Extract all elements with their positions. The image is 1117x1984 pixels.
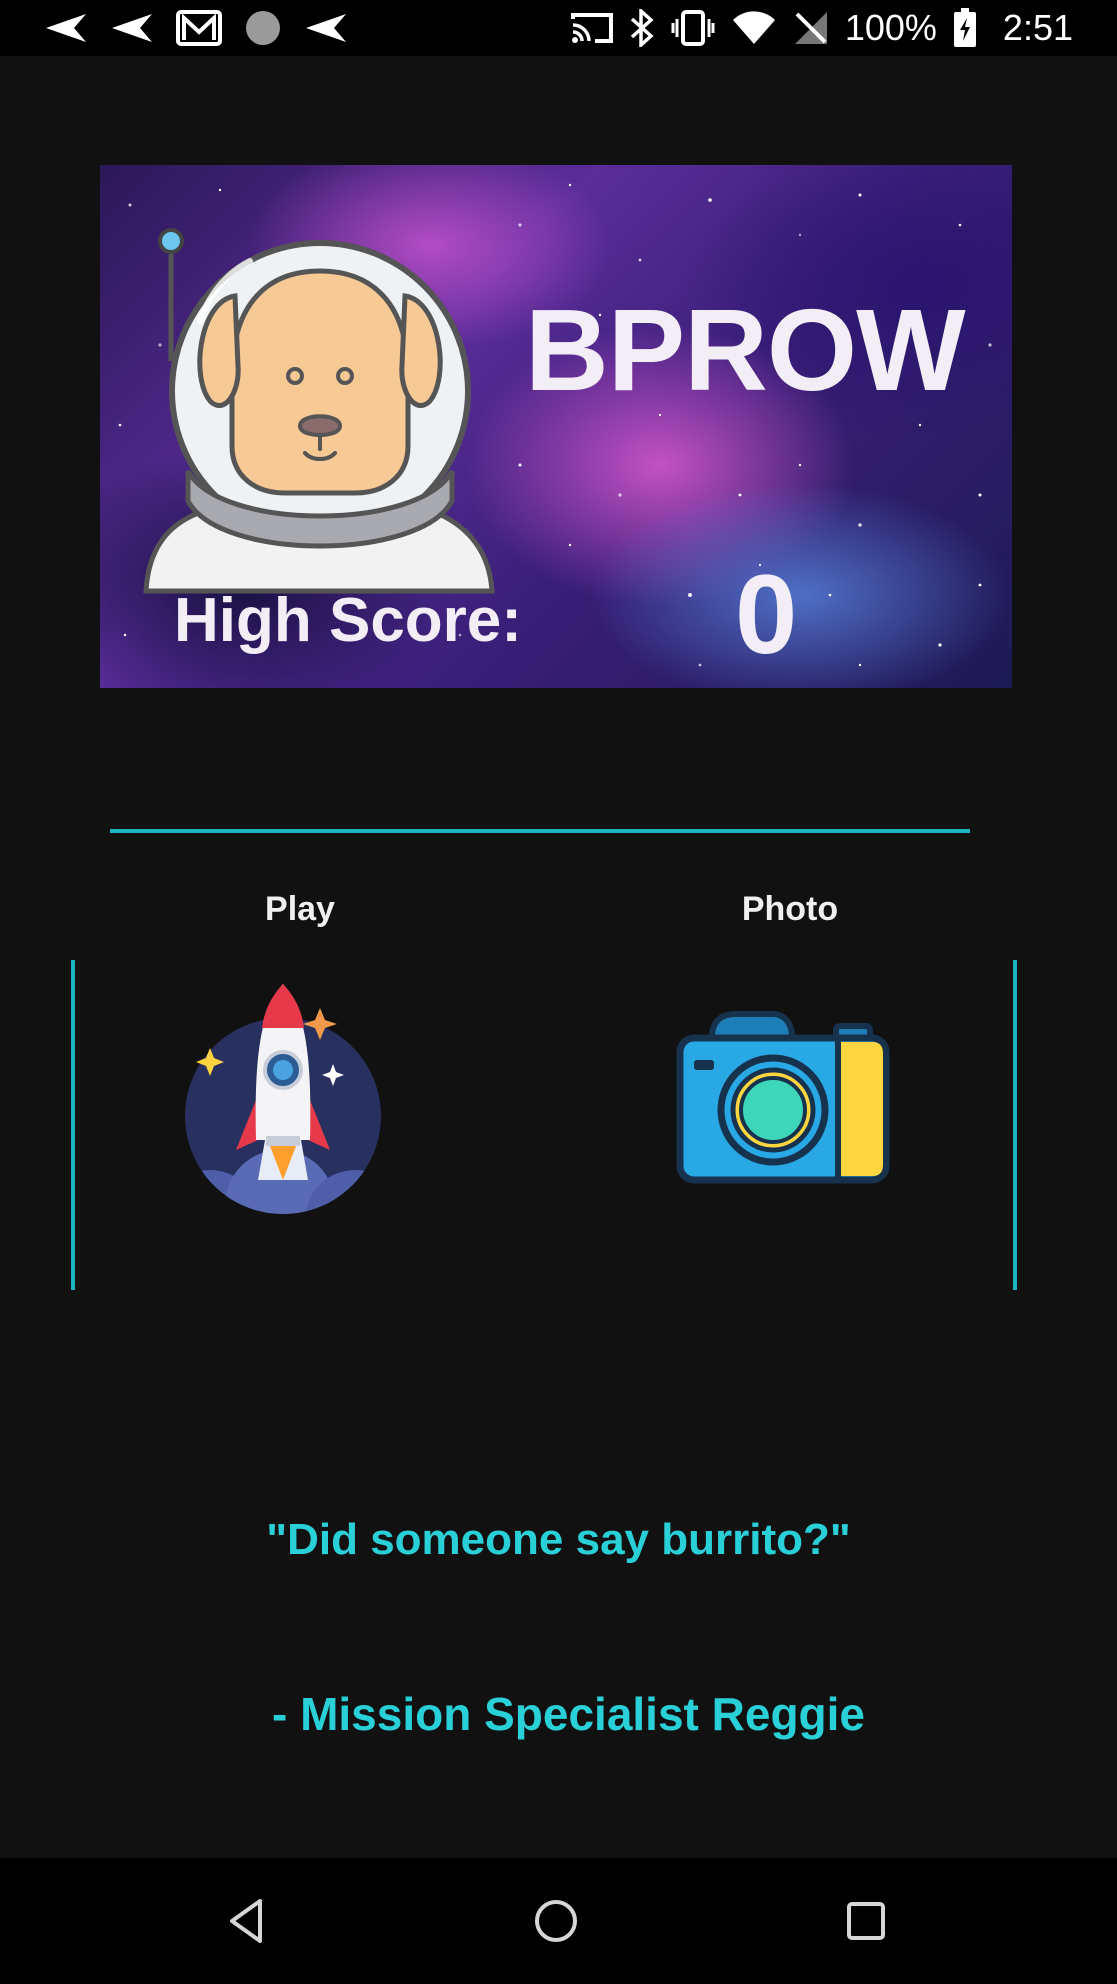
high-score-value: 0 bbox=[735, 552, 798, 677]
send-icon bbox=[46, 14, 86, 42]
username: BPROW bbox=[525, 285, 966, 415]
dot-icon bbox=[246, 11, 280, 45]
status-bar: 100% 2:51 bbox=[0, 0, 1117, 56]
profile-banner: BPROW High Score: 0 bbox=[100, 165, 1012, 688]
left-frame-line bbox=[71, 960, 75, 1290]
divider-line bbox=[110, 829, 970, 833]
quote-text: "Did someone say burrito?" bbox=[266, 1515, 851, 1564]
battery-percentage: 100% bbox=[844, 7, 937, 48]
wifi-icon bbox=[732, 11, 775, 44]
photo-button[interactable]: Photo bbox=[660, 880, 920, 1240]
no-signal-icon bbox=[794, 12, 827, 44]
home-icon[interactable] bbox=[526, 1891, 586, 1951]
camera-icon[interactable] bbox=[660, 980, 920, 1220]
rocket-icon[interactable] bbox=[170, 980, 430, 1220]
astronaut-dog-avatar bbox=[143, 228, 495, 594]
vibrate-icon bbox=[671, 10, 715, 46]
quote-author: - Mission Specialist Reggie bbox=[271, 1688, 866, 1740]
gmail-icon bbox=[176, 10, 222, 46]
recents-icon[interactable] bbox=[836, 1891, 896, 1951]
battery-icon bbox=[953, 8, 976, 47]
notification-icons bbox=[44, 6, 348, 50]
play-button[interactable]: Play bbox=[170, 880, 430, 1240]
photo-label: Photo bbox=[741, 890, 839, 928]
send-icon bbox=[112, 14, 152, 42]
cast-icon bbox=[570, 13, 613, 43]
send-icon bbox=[306, 14, 346, 42]
play-label: Play bbox=[265, 890, 335, 928]
back-icon[interactable] bbox=[216, 1891, 276, 1951]
navigation-bar bbox=[0, 1858, 1117, 1984]
high-score-label: High Score: bbox=[174, 586, 522, 655]
bluetooth-icon bbox=[630, 9, 654, 47]
right-frame-line bbox=[1013, 960, 1017, 1290]
system-icons: 100% 2:51 bbox=[570, 6, 1073, 50]
clock: 2:51 bbox=[1002, 7, 1073, 48]
